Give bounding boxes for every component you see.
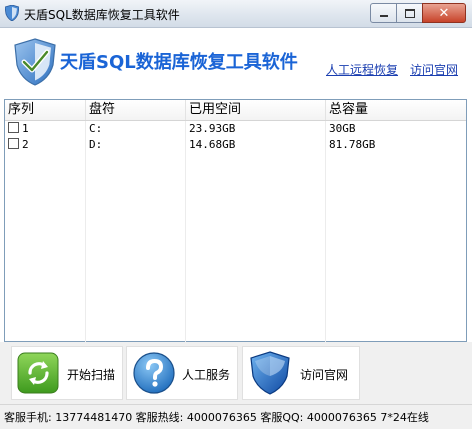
visit-site-label: 访问官网 [300,368,349,382]
refresh-icon [17,352,59,394]
app-title: 天盾SQL数据库恢复工具软件 [60,52,298,73]
minimize-button[interactable] [370,3,397,23]
title-bar: 天盾SQL数据库恢复工具软件 ✕ [0,0,472,28]
row-used: 23.93GB [186,121,326,137]
row-drive: C: [86,121,186,137]
window-title: 天盾SQL数据库恢复工具软件 [24,8,180,22]
column-header-total[interactable]: 总容量 [326,100,466,120]
list-empty-area [5,153,466,356]
manual-service-label: 人工服务 [182,368,231,382]
start-scan-label: 开始扫描 [67,368,116,382]
help-icon [133,352,175,394]
column-header-used[interactable]: 已用空间 [186,100,326,120]
row-total: 30GB [329,122,356,135]
maximize-icon [404,8,415,18]
remote-recovery-link[interactable]: 人工远程恢复 [326,61,398,78]
column-header-index[interactable]: 序列 [5,100,86,120]
minimize-icon [379,15,388,17]
row-index: 1 [22,122,29,135]
row-drive: D: [86,137,186,153]
row-used: 14.68GB [186,137,326,153]
table-row[interactable]: 2 D: 14.68GB 81.78GB [5,137,466,153]
column-header-drive[interactable]: 盘符 [86,100,186,120]
shield-logo-icon [14,38,56,86]
official-site-link[interactable]: 访问官网 [410,61,458,78]
status-bar: 客服手机: 13774481470 客服热线: 4000076365 客服QQ:… [0,404,472,429]
window-controls: ✕ [370,3,466,23]
shield-icon [250,351,290,395]
maximize-button[interactable] [396,3,423,23]
row-index: 2 [22,138,29,151]
visit-site-button[interactable]: 访问官网 [242,346,360,400]
manual-service-button[interactable]: 人工服务 [126,346,238,400]
row-index-cell: 2 [5,137,86,153]
close-icon: ✕ [438,5,450,21]
shield-icon [5,5,19,21]
row-checkbox[interactable] [8,138,19,149]
close-button[interactable]: ✕ [422,3,466,23]
start-scan-button[interactable]: 开始扫描 [11,346,123,400]
list-header: 序列 盘符 已用空间 总容量 [5,100,466,121]
row-index-cell: 1 [5,121,86,137]
row-total: 81.78GB [329,138,376,151]
action-toolbar: 开始扫描 人工服务 访问官网 [0,342,472,404]
contact-info: 客服手机: 13774481470 客服热线: 4000076365 客服QQ:… [4,411,429,424]
table-row[interactable]: 1 C: 23.93GB 30GB [5,121,466,137]
app-header: 天盾SQL数据库恢复工具软件 人工远程恢复 访问官网 [0,28,472,98]
row-checkbox[interactable] [8,122,19,133]
drive-list[interactable]: 序列 盘符 已用空间 总容量 1 C: 23.93GB 30GB 2 D: 14… [4,99,467,356]
